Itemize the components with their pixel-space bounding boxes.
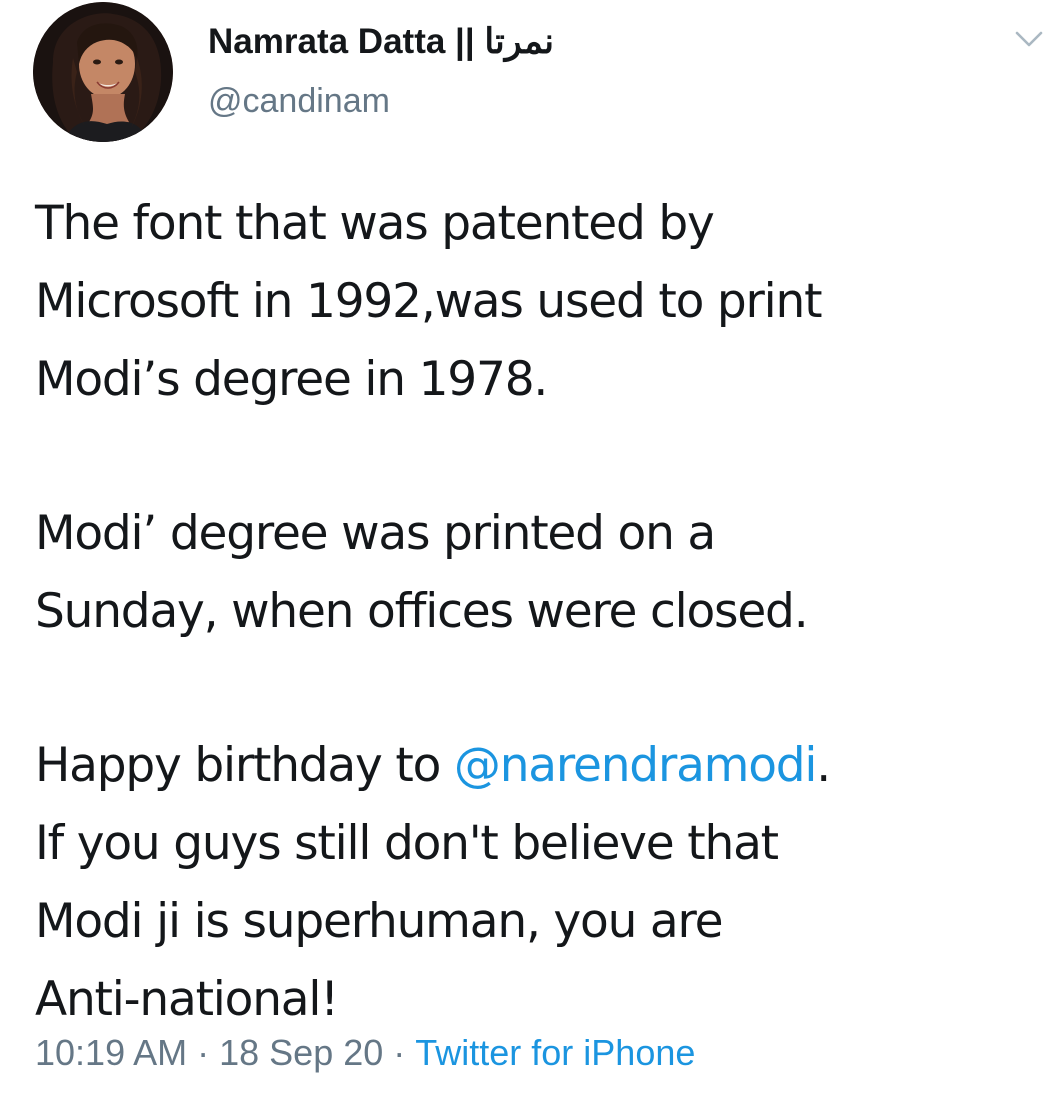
tweet-line: Microsoft in 1992,was used to print xyxy=(35,274,823,329)
tweet-text: The font that was patented by Microsoft … xyxy=(35,185,1035,1039)
tweet-line: The font that was patented by xyxy=(35,196,715,251)
display-name[interactable]: Namrata Datta || نمرتا xyxy=(208,22,554,62)
tweet-time[interactable]: 10:19 AM xyxy=(35,1032,187,1074)
tweet-line: Modi’ degree was printed on a xyxy=(35,506,716,561)
avatar[interactable] xyxy=(33,2,173,142)
tweet-text-fragment: . xyxy=(816,738,831,793)
author-name-row: Namrata Datta || نمرتا xyxy=(208,16,554,68)
user-handle[interactable]: @candinam xyxy=(208,82,390,121)
tweet-line: If you guys still don't believe that xyxy=(35,816,779,871)
avatar-photo xyxy=(33,2,173,142)
tweet-meta: 10:19 AM · 18 Sep 20 · Twitter for iPhon… xyxy=(35,1032,695,1074)
tweet-line: Anti-national! xyxy=(35,972,339,1027)
tweet-line: Modi’s degree in 1978. xyxy=(35,352,548,407)
meta-separator: · xyxy=(197,1032,210,1073)
tweet-card: Namrata Datta || نمرتا @candinam The fon… xyxy=(0,0,1061,1102)
meta-separator: · xyxy=(393,1032,406,1073)
tweet-line: Modi ji is superhuman, you are xyxy=(35,894,724,949)
tweet-line: Sunday, when offices were closed. xyxy=(35,584,809,639)
tweet-source-link[interactable]: Twitter for iPhone xyxy=(415,1032,695,1074)
chevron-down-icon[interactable] xyxy=(1014,28,1044,52)
tweet-line: Happy birthday to @narendramodi. xyxy=(35,727,1035,805)
tweet-date[interactable]: 18 Sep 20 xyxy=(219,1032,383,1074)
mention-link[interactable]: @narendramodi xyxy=(454,738,818,793)
tweet-text-fragment: Happy birthday to xyxy=(35,738,454,793)
